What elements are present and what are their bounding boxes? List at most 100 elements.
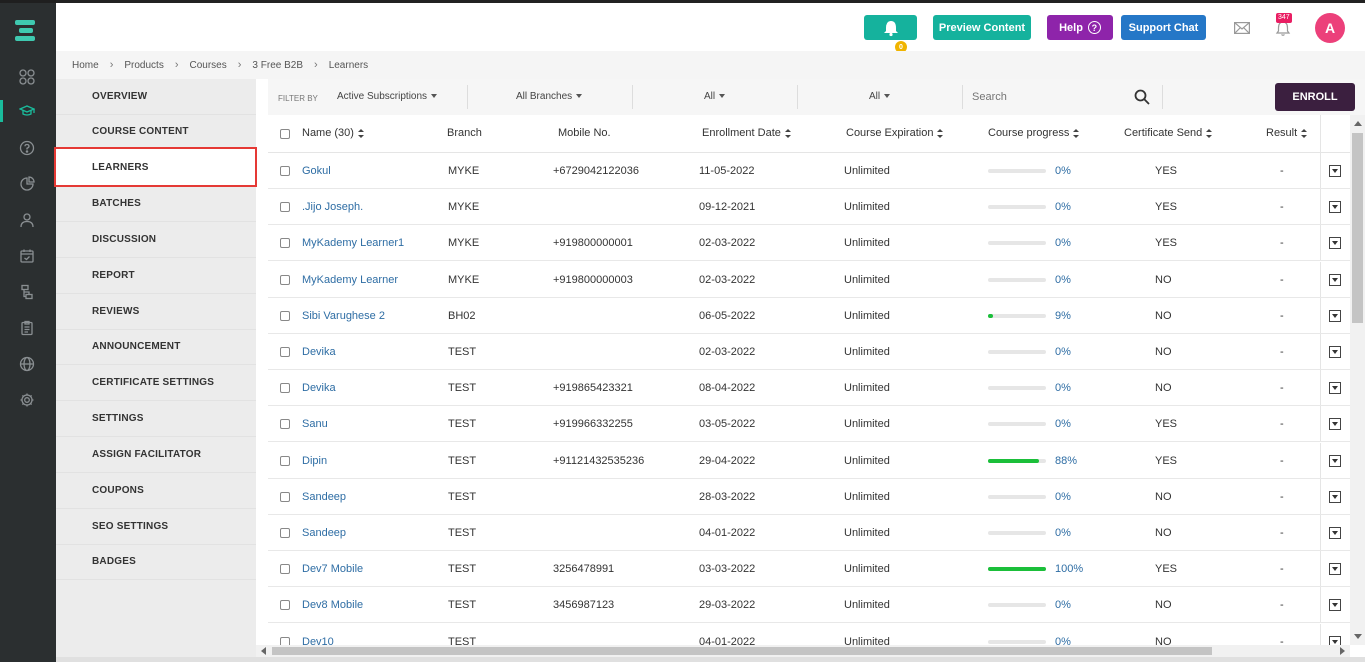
- row-checkbox[interactable]: [280, 310, 290, 321]
- side-item-discussion[interactable]: DISCUSSION: [56, 222, 256, 258]
- row-actions-dropdown[interactable]: [1329, 490, 1341, 503]
- row-actions-dropdown[interactable]: [1329, 382, 1341, 395]
- row-actions-dropdown[interactable]: [1329, 527, 1341, 539]
- help-button[interactable]: Help ?: [1047, 15, 1113, 40]
- row-actions-dropdown[interactable]: [1329, 635, 1341, 645]
- learner-name-link[interactable]: Devika: [302, 346, 336, 358]
- row-checkbox[interactable]: [280, 564, 290, 575]
- side-item-report[interactable]: REPORT: [56, 258, 256, 294]
- header-result[interactable]: Result: [1266, 127, 1308, 139]
- learner-name-link[interactable]: .Jijo Joseph.: [302, 201, 363, 213]
- learner-name-link[interactable]: MyKademy Learner: [302, 274, 398, 286]
- notifications-button[interactable]: 347: [1275, 13, 1292, 37]
- breadcrumb-products[interactable]: Products: [124, 60, 163, 71]
- learner-name-link[interactable]: Dipin: [302, 455, 327, 467]
- user-icon[interactable]: [19, 212, 35, 228]
- globe-icon[interactable]: [19, 356, 35, 372]
- side-item-learners[interactable]: LEARNERS: [54, 147, 257, 187]
- app-logo[interactable]: [15, 20, 35, 42]
- learner-name-link[interactable]: Dev8 Mobile: [302, 599, 363, 611]
- avatar[interactable]: A: [1315, 13, 1345, 43]
- row-actions-dropdown[interactable]: [1329, 418, 1341, 431]
- row-actions-dropdown[interactable]: [1329, 309, 1341, 322]
- header-enrollment-date[interactable]: Enrollment Date: [702, 127, 791, 139]
- learner-name-link[interactable]: Gokul: [302, 165, 331, 177]
- learner-name-link[interactable]: Sanu: [302, 418, 328, 430]
- breadcrumb-course[interactable]: 3 Free B2B: [252, 60, 303, 71]
- sitemap-icon[interactable]: [19, 284, 35, 300]
- dashboard-icon[interactable]: [19, 69, 35, 85]
- learner-name-link[interactable]: MyKademy Learner1: [302, 237, 404, 249]
- header-course-expiration[interactable]: Course Expiration: [846, 127, 944, 139]
- search-icon[interactable]: [1134, 89, 1150, 105]
- side-item-seo-settings[interactable]: SEO SETTINGS: [56, 509, 256, 545]
- scroll-right-icon[interactable]: [1340, 647, 1345, 655]
- filter-three[interactable]: All: [704, 91, 726, 102]
- scroll-thumb[interactable]: [1352, 133, 1363, 323]
- header-certificate-send[interactable]: Certificate Send: [1124, 127, 1213, 139]
- header-name[interactable]: Name (30): [302, 127, 364, 139]
- announcement-bell-button[interactable]: 0: [864, 15, 917, 53]
- enroll-button[interactable]: ENROLL: [1275, 83, 1355, 111]
- side-item-certificate-settings[interactable]: CERTIFICATE SETTINGS: [56, 365, 256, 401]
- learner-name-link[interactable]: Dev10: [302, 636, 334, 645]
- help-circle-icon[interactable]: [19, 140, 35, 156]
- row-checkbox[interactable]: [280, 600, 290, 611]
- branch-filter[interactable]: All Branches: [516, 91, 583, 102]
- row-checkbox[interactable]: [280, 528, 290, 538]
- learner-name-link[interactable]: Devika: [302, 382, 336, 394]
- side-item-coupons[interactable]: COUPONS: [56, 473, 256, 509]
- header-course-progress[interactable]: Course progress: [988, 127, 1080, 139]
- calendar-icon[interactable]: [19, 248, 35, 264]
- pie-chart-icon[interactable]: [19, 176, 35, 192]
- learner-name-link[interactable]: Sandeep: [302, 527, 346, 539]
- side-item-overview[interactable]: OVERVIEW: [56, 79, 256, 115]
- row-checkbox[interactable]: [280, 238, 290, 249]
- row-checkbox[interactable]: [280, 383, 290, 394]
- clipboard-icon[interactable]: [19, 320, 35, 336]
- search-input[interactable]: [972, 87, 1122, 107]
- mail-icon[interactable]: [1234, 22, 1250, 34]
- row-actions-dropdown[interactable]: [1329, 237, 1341, 250]
- row-checkbox[interactable]: [280, 491, 290, 502]
- row-actions-dropdown[interactable]: [1329, 346, 1341, 358]
- row-actions-dropdown[interactable]: [1329, 165, 1341, 177]
- row-checkbox[interactable]: [280, 202, 290, 213]
- learner-name-link[interactable]: Dev7 Mobile: [302, 563, 363, 575]
- side-item-batches[interactable]: BATCHES: [56, 186, 256, 222]
- scroll-thumb[interactable]: [272, 647, 1212, 655]
- side-item-badges[interactable]: BADGES: [56, 544, 256, 580]
- row-actions-dropdown[interactable]: [1329, 454, 1341, 467]
- vertical-scrollbar[interactable]: [1350, 115, 1365, 645]
- row-actions-dropdown[interactable]: [1329, 201, 1341, 214]
- row-actions-dropdown[interactable]: [1329, 273, 1341, 286]
- row-checkbox[interactable]: [280, 455, 290, 466]
- gear-icon[interactable]: [19, 392, 35, 408]
- scroll-down-icon[interactable]: [1354, 634, 1362, 639]
- row-checkbox[interactable]: [280, 166, 290, 176]
- subscription-filter[interactable]: Active Subscriptions: [337, 91, 438, 102]
- support-chat-button[interactable]: Support Chat: [1121, 15, 1206, 40]
- side-item-assign-facilitator[interactable]: ASSIGN FACILITATOR: [56, 437, 256, 473]
- select-all-checkbox[interactable]: [280, 129, 290, 139]
- breadcrumb-courses[interactable]: Courses: [190, 60, 227, 71]
- side-item-course-content[interactable]: COURSE CONTENT: [56, 114, 256, 150]
- learner-name-link[interactable]: Sibi Varughese 2: [302, 310, 385, 322]
- row-actions-dropdown[interactable]: [1329, 599, 1341, 612]
- side-item-settings[interactable]: SETTINGS: [56, 401, 256, 437]
- horizontal-scrollbar[interactable]: [256, 645, 1350, 657]
- scroll-up-icon[interactable]: [1354, 121, 1362, 126]
- preview-content-button[interactable]: Preview Content: [933, 15, 1031, 40]
- scroll-left-icon[interactable]: [261, 647, 266, 655]
- row-checkbox[interactable]: [280, 274, 290, 285]
- row-actions-dropdown[interactable]: [1329, 563, 1341, 576]
- row-checkbox[interactable]: [280, 636, 290, 645]
- side-item-reviews[interactable]: REVIEWS: [56, 294, 256, 330]
- learner-name-link[interactable]: Sandeep: [302, 491, 346, 503]
- breadcrumb-home[interactable]: Home: [72, 60, 99, 71]
- row-checkbox[interactable]: [280, 347, 290, 357]
- filter-four[interactable]: All: [869, 91, 891, 102]
- graduation-cap-icon[interactable]: [19, 103, 35, 119]
- side-item-announcement[interactable]: ANNOUNCEMENT: [56, 329, 256, 365]
- row-checkbox[interactable]: [280, 419, 290, 430]
